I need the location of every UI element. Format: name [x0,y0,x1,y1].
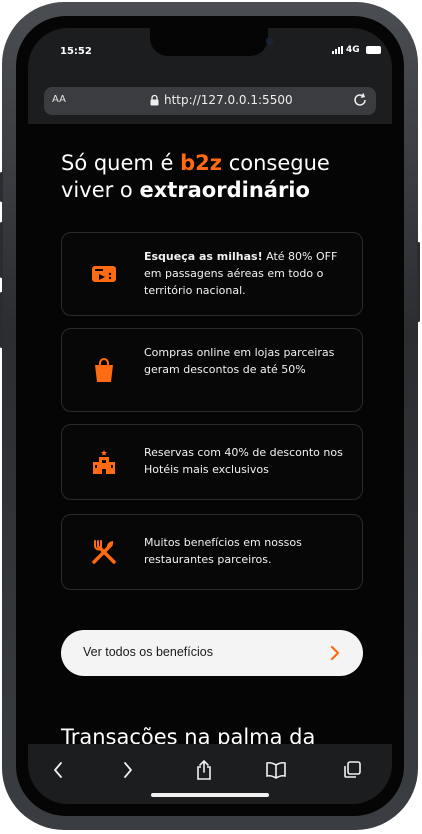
benefit-card-shopping: Compras online em lojas parceiras geram … [61,328,363,412]
benefit-card-hotels: Reservas com 40% de desconto nos Hotéis … [61,424,363,500]
view-all-benefits-button[interactable]: Ver todos os benefícios [61,630,363,676]
volume-down-button [0,292,3,348]
headline-prefix: Só quem é [61,151,181,175]
signal-icon [332,46,343,54]
status-time: 15:52 [60,46,92,57]
ticket-icon [90,260,118,288]
tabs-icon[interactable] [338,758,366,782]
benefit-card-restaurants: Muitos benefícios em nossos restaurantes… [61,514,363,590]
network-label: 4G [346,45,360,55]
browser-address-area: AA http://127.0.0.1:5500 [28,74,392,124]
share-icon[interactable] [190,758,218,782]
page-content: Só quem é b2z consegue viver o extraordi… [28,124,392,749]
address-bar[interactable]: AA http://127.0.0.1:5500 [44,87,376,115]
restaurant-icon [90,538,118,566]
url-text: http://127.0.0.1:5500 [164,93,293,107]
battery-icon [366,46,381,54]
volume-up-button [0,222,3,278]
chevron-right-icon [329,645,341,664]
back-icon[interactable] [44,758,72,782]
phone-frame: 15:52 4G AA http://127.0.0.1:5500 Só que… [0,2,420,830]
reload-icon[interactable] [352,92,368,111]
phone-screen: 15:52 4G AA http://127.0.0.1:5500 Só que… [28,28,392,804]
hotel-icon [90,448,118,476]
phone-bezel: 15:52 4G AA http://127.0.0.1:5500 Só que… [16,16,404,816]
shopping-bag-icon [90,356,118,384]
forward-icon[interactable] [114,758,142,782]
camera-icon [266,37,274,45]
mute-switch [0,172,3,202]
benefit-highlight: Esqueça as milhas! [144,250,263,263]
benefit-card-flights: Esqueça as milhas! Até 80% OFF em passag… [61,232,363,316]
brand-name: b2z [180,151,223,175]
power-button [417,242,420,322]
notch [150,28,268,56]
headline-emphasis: extraordinário [139,178,310,202]
view-all-benefits-label: Ver todos os benefícios [83,645,213,659]
text-size-button[interactable]: AA [52,94,66,105]
bookmarks-icon[interactable] [262,758,290,782]
benefit-text: Esqueça as milhas! Até 80% OFF em passag… [144,248,350,299]
home-indicator [151,793,269,797]
status-bar: 15:52 4G [28,28,392,74]
benefit-text: Compras online em lojas parceiras geram … [144,346,335,376]
benefit-text: Muitos benefícios em nossos restaurantes… [144,536,302,566]
benefit-text: Reservas com 40% de desconto nos Hotéis … [144,446,343,476]
lock-icon [150,94,159,109]
headline: Só quem é b2z consegue viver o extraordi… [61,150,361,204]
